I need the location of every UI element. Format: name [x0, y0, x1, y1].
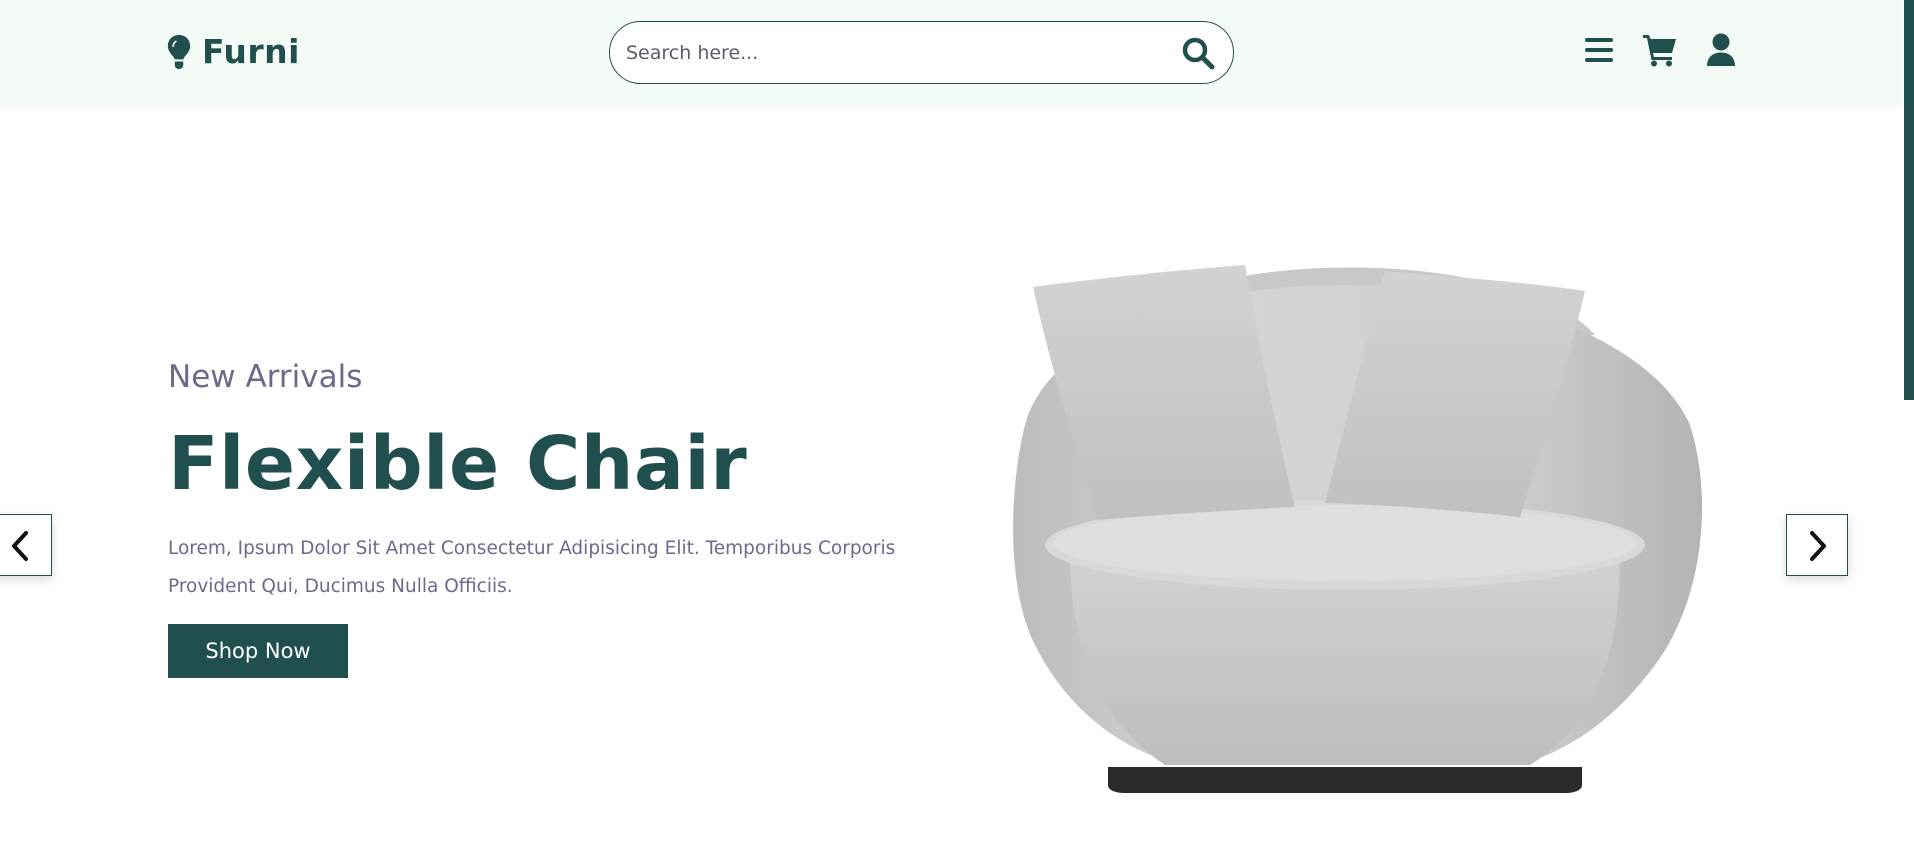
header-actions [1584, 33, 1736, 67]
hero-content: New Arrivals Flexible Chair Lorem, Ipsum… [168, 350, 928, 678]
site-header: Furni [0, 0, 1902, 108]
chevron-left-icon [12, 531, 28, 561]
chair-image [1013, 265, 1703, 793]
shop-now-button[interactable]: Shop Now [168, 624, 348, 678]
slider-prev-button[interactable] [0, 514, 52, 576]
chevron-right-icon [1810, 531, 1826, 561]
search-icon[interactable] [1181, 36, 1215, 70]
page-scrollbar-thumb[interactable] [1904, 0, 1914, 400]
slider-next-button[interactable] [1786, 514, 1848, 576]
menu-icon[interactable] [1584, 35, 1614, 65]
hero-title: Flexible Chair [168, 421, 748, 507]
cart-icon[interactable] [1642, 33, 1678, 67]
search-bar [609, 21, 1234, 84]
hero-subtitle: New Arrivals [168, 359, 363, 395]
user-icon[interactable] [1706, 33, 1736, 67]
logo-text: Furni [202, 32, 300, 71]
lightbulb-icon [167, 35, 191, 69]
search-input[interactable] [624, 22, 1164, 83]
logo[interactable]: Furni [166, 30, 300, 74]
hero-description: Lorem, Ipsum Dolor Sit Amet Consectetur … [168, 538, 896, 597]
